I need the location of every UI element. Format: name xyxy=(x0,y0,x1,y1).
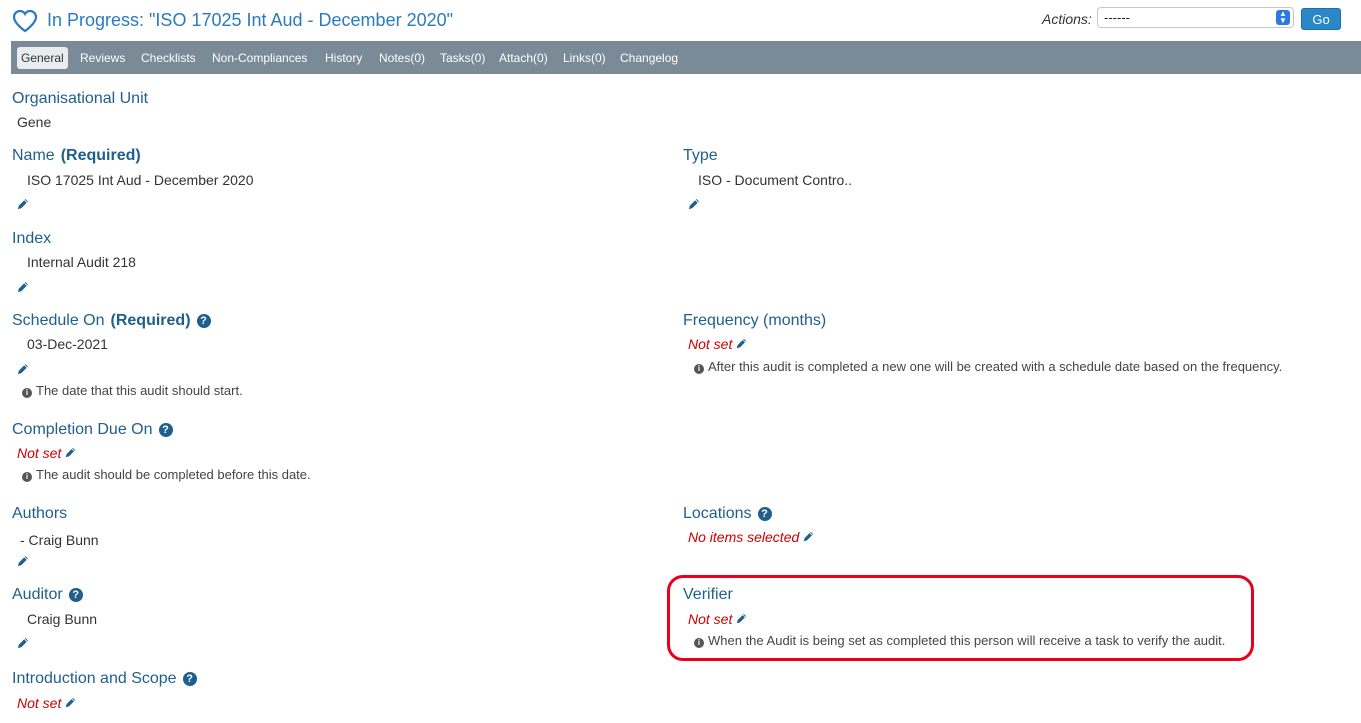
intro-scope-label-text: Introduction and Scope xyxy=(12,670,177,687)
tab-attach[interactable]: Attach(0) xyxy=(499,48,548,68)
verifier-value: Not set xyxy=(688,611,748,627)
frequency-help: i After this audit is completed a new one… xyxy=(694,359,1282,374)
edit-pencil-icon[interactable] xyxy=(16,280,30,294)
name-value: ISO 17025 Int Aud - December 2020 xyxy=(27,172,254,188)
help-question-icon[interactable]: ? xyxy=(757,507,772,521)
page-title: In Progress: "ISO 17025 Int Aud - Decemb… xyxy=(47,10,454,30)
completion-due-label: Completion Due On? xyxy=(12,421,173,439)
frequency-value: Not set xyxy=(688,336,748,352)
actions-select-value: ------ xyxy=(1104,10,1130,25)
locations-value-text: No items selected xyxy=(688,529,800,545)
help-question-icon[interactable]: ? xyxy=(182,672,197,686)
schedule-on-label-text: Schedule On xyxy=(12,312,105,329)
actions-select[interactable]: ------ ▲ ▼ xyxy=(1097,7,1294,28)
frequency-help-text: After this audit is completed a new one … xyxy=(708,359,1283,374)
heart-icon[interactable] xyxy=(12,9,38,33)
required-marker: (Required) xyxy=(110,312,191,329)
actions-label: Actions: xyxy=(1042,11,1092,27)
authors-value: - Craig Bunn xyxy=(20,532,99,548)
index-value: Internal Audit 218 xyxy=(27,254,136,270)
info-icon: i xyxy=(22,388,32,398)
completion-due-value: Not set xyxy=(17,445,77,461)
schedule-on-help-text: The date that this audit should start. xyxy=(36,383,243,398)
schedule-on-label: Schedule On (Required)? xyxy=(12,312,211,330)
help-question-icon[interactable]: ? xyxy=(196,314,211,328)
help-question-icon[interactable]: ? xyxy=(158,423,173,437)
completion-due-value-text: Not set xyxy=(17,445,62,461)
intro-scope-value-text: Not set xyxy=(17,695,62,711)
org-unit-value: Gene xyxy=(17,114,52,130)
info-icon: i xyxy=(694,638,704,648)
edit-pencil-icon[interactable] xyxy=(687,197,701,211)
edit-pencil-icon[interactable] xyxy=(735,337,748,350)
edit-pencil-icon[interactable] xyxy=(16,197,30,211)
auditor-label-text: Auditor xyxy=(12,586,63,603)
verifier-highlight-box xyxy=(667,575,1254,661)
edit-pencil-icon[interactable] xyxy=(802,530,815,543)
authors-label: Authors xyxy=(12,505,68,522)
info-icon: i xyxy=(22,472,32,482)
auditor-value: Craig Bunn xyxy=(27,611,98,627)
top-bar: In Progress: "ISO 17025 Int Aud - Decemb… xyxy=(0,0,1361,40)
tab-tasks[interactable]: Tasks(0) xyxy=(440,48,485,68)
type-value: ISO - Document Contro.. xyxy=(698,172,853,188)
name-label-text: Name xyxy=(12,147,55,164)
edit-pencil-icon[interactable] xyxy=(16,636,30,650)
org-unit-label: Organisational Unit xyxy=(12,90,149,107)
verifier-label: Verifier xyxy=(683,586,733,603)
tab-checklists[interactable]: Checklists xyxy=(141,48,196,68)
auditor-label: Auditor? xyxy=(12,586,83,604)
locations-value: No items selected xyxy=(688,529,815,545)
schedule-on-help: i The date that this audit should start. xyxy=(22,383,243,398)
edit-pencil-icon[interactable] xyxy=(735,612,748,625)
intro-scope-label: Introduction and Scope? xyxy=(12,670,197,688)
completion-due-label-text: Completion Due On xyxy=(12,421,153,438)
tab-general[interactable]: General xyxy=(17,47,68,69)
tab-notes[interactable]: Notes(0) xyxy=(379,48,425,68)
verifier-help: i When the Audit is being set as complete… xyxy=(694,633,1225,648)
edit-pencil-icon[interactable] xyxy=(16,362,30,376)
name-label: Name (Required) xyxy=(12,147,141,165)
locations-label: Locations? xyxy=(683,505,772,523)
edit-pencil-icon[interactable] xyxy=(64,446,77,459)
intro-scope-value: Not set xyxy=(17,695,77,711)
required-marker: (Required) xyxy=(60,147,141,164)
locations-label-text: Locations xyxy=(683,505,752,522)
tab-links[interactable]: Links(0) xyxy=(563,48,606,68)
go-button[interactable]: Go xyxy=(1301,8,1341,30)
frequency-label: Frequency (months) xyxy=(683,312,827,329)
verifier-value-text: Not set xyxy=(688,611,733,627)
verifier-help-text: When the Audit is being set as completed… xyxy=(708,633,1226,648)
type-label: Type xyxy=(683,147,718,164)
info-icon: i xyxy=(694,364,704,374)
select-arrows-icon: ▲ ▼ xyxy=(1276,10,1290,25)
tab-history[interactable]: History xyxy=(325,48,362,68)
edit-pencil-icon[interactable] xyxy=(16,554,30,568)
help-question-icon[interactable]: ? xyxy=(68,588,83,602)
tab-changelog[interactable]: Changelog xyxy=(620,48,678,68)
tab-reviews[interactable]: Reviews xyxy=(80,48,125,68)
completion-due-help: i The audit should be completed before th… xyxy=(22,467,311,482)
schedule-on-value: 03-Dec-2021 xyxy=(27,336,108,352)
completion-due-help-text: The audit should be completed before thi… xyxy=(36,467,311,482)
index-label: Index xyxy=(12,230,52,247)
frequency-value-text: Not set xyxy=(688,336,733,352)
edit-pencil-icon[interactable] xyxy=(64,696,77,709)
tab-non-compliances[interactable]: Non-Compliances xyxy=(212,48,307,68)
tab-bar: General Reviews Checklists Non-Complianc… xyxy=(11,41,1361,74)
